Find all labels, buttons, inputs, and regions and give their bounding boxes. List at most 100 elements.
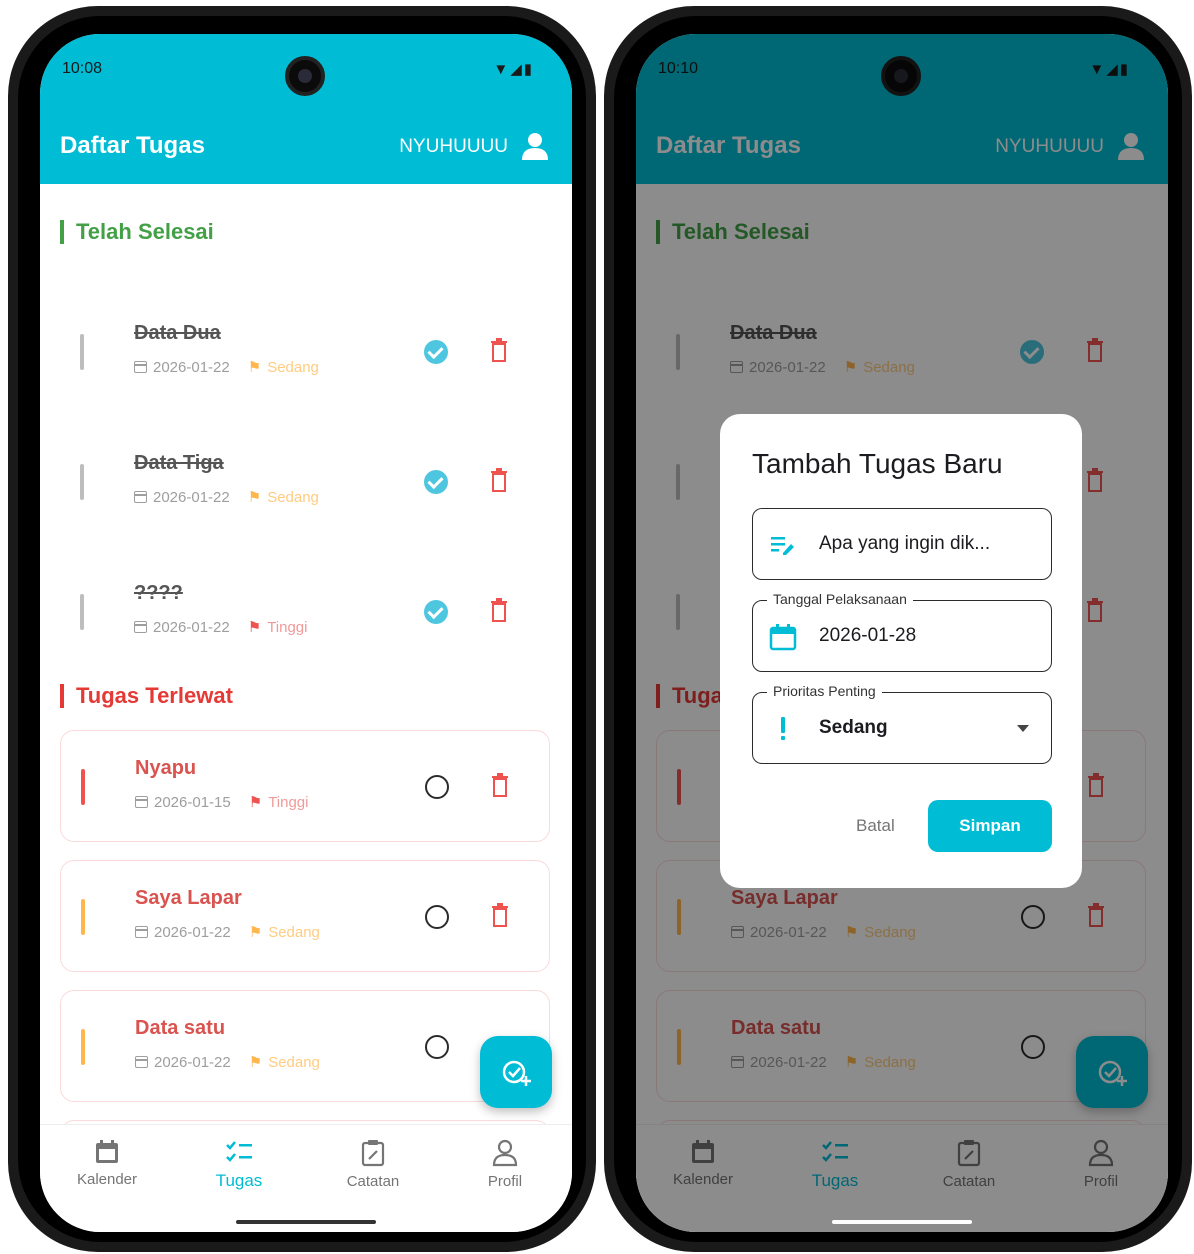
calendar-icon bbox=[134, 361, 147, 373]
section-done-heading: Telah Selesai bbox=[60, 220, 214, 244]
task-title: Nyapu bbox=[135, 757, 197, 779]
add-task-fab[interactable] bbox=[480, 1036, 552, 1108]
task-title: ???? bbox=[134, 582, 183, 604]
task-meta: 2026-01-22 ⚑ Tinggi bbox=[134, 618, 308, 636]
task-item[interactable]: Data satu 2026-01-22 ⚑ Sedang bbox=[60, 990, 550, 1102]
status-icons: ▼◢▮ bbox=[493, 61, 534, 78]
calendar-icon bbox=[96, 1140, 118, 1163]
nav-profil[interactable]: Profil bbox=[450, 1139, 560, 1190]
nav-tugas[interactable]: Tugas bbox=[184, 1139, 294, 1191]
task-meta: 2026-01-22 ⚑ Sedang bbox=[134, 358, 319, 376]
phone-frame-left: 10:08 ▼◢▮ Daftar Tugas NYUHUUUU Telah Se… bbox=[8, 6, 596, 1252]
trash-icon[interactable] bbox=[491, 773, 509, 797]
page-title: Daftar Tugas bbox=[60, 132, 205, 159]
priority-select[interactable]: Prioritas Penting Sedang bbox=[752, 683, 1052, 764]
priority-field-label: Prioritas Penting bbox=[767, 683, 882, 699]
priority-bar bbox=[81, 899, 85, 935]
nav-kalender[interactable]: Kalender bbox=[52, 1139, 162, 1188]
incomplete-circle-icon[interactable] bbox=[425, 775, 449, 799]
user-name[interactable]: NYUHUUUU bbox=[399, 136, 508, 158]
task-date: 2026-01-22 bbox=[153, 358, 230, 376]
task-date: 2026-01-22 bbox=[154, 1053, 231, 1071]
profile-icon bbox=[492, 1139, 518, 1167]
task-priority: Sedang bbox=[268, 923, 320, 941]
task-priority: Tinggi bbox=[267, 618, 308, 636]
task-item[interactable]: Nyapu 2026-01-15 ⚑ Tinggi bbox=[60, 730, 550, 842]
date-value: 2026-01-28 bbox=[819, 625, 917, 646]
dropdown-arrow-icon bbox=[1017, 725, 1029, 732]
calendar-icon bbox=[134, 491, 147, 503]
task-title: Saya Lapar bbox=[135, 887, 242, 909]
priority-bar bbox=[80, 594, 84, 630]
task-title: Data Dua bbox=[134, 322, 221, 344]
task-item[interactable]: Saya Lapar 2026-01-22 ⚑ Sedang bbox=[60, 860, 550, 972]
nav-label: Tugas bbox=[215, 1171, 263, 1190]
task-priority: Sedang bbox=[267, 358, 319, 376]
task-name-placeholder: Apa yang ingin dik... bbox=[819, 533, 991, 554]
flag-icon: ⚑ bbox=[248, 1054, 263, 1071]
calendar-icon bbox=[135, 926, 148, 938]
flag-icon: ⚑ bbox=[248, 794, 263, 811]
priority-bar bbox=[81, 769, 85, 805]
complete-check-icon[interactable] bbox=[424, 470, 448, 494]
nav-label: Kalender bbox=[76, 1171, 138, 1188]
flag-icon: ⚑ bbox=[247, 619, 262, 636]
task-title: Data satu bbox=[135, 1017, 226, 1039]
task-priority: Tinggi bbox=[268, 793, 309, 811]
priority-bar bbox=[81, 1029, 85, 1065]
priority-value: Sedang bbox=[819, 717, 888, 738]
incomplete-circle-icon[interactable] bbox=[425, 1035, 449, 1059]
flag-icon: ⚑ bbox=[248, 924, 263, 941]
task-name-input[interactable]: Apa yang ingin dik... bbox=[752, 508, 1052, 580]
status-time: 10:08 bbox=[62, 60, 103, 77]
calendar-icon bbox=[134, 621, 147, 633]
complete-check-icon[interactable] bbox=[424, 340, 448, 364]
bottom-nav: Kalender Tugas Catatan Profil bbox=[40, 1124, 572, 1232]
phone-frame-right: 10:10 ▼◢▮ Daftar Tugas NYUHUUUU Telah Se… bbox=[604, 6, 1192, 1252]
camera-cutout bbox=[285, 56, 325, 96]
task-date: 2026-01-22 bbox=[154, 923, 231, 941]
app-screen: 10:08 ▼◢▮ Daftar Tugas NYUHUUUU Telah Se… bbox=[40, 34, 572, 1232]
trash-icon[interactable] bbox=[490, 598, 508, 622]
task-meta: 2026-01-15 ⚑ Tinggi bbox=[135, 793, 309, 811]
task-item[interactable]: Data Dua 2026-01-22 ⚑ Sedang bbox=[60, 296, 550, 408]
trash-icon[interactable] bbox=[490, 468, 508, 492]
home-indicator[interactable] bbox=[832, 1220, 972, 1224]
complete-check-icon[interactable] bbox=[424, 600, 448, 624]
flag-icon: ⚑ bbox=[247, 359, 262, 376]
nav-catatan[interactable]: Catatan bbox=[318, 1139, 428, 1190]
person-icon[interactable] bbox=[522, 132, 548, 160]
task-date: 2026-01-22 bbox=[153, 488, 230, 506]
app-bar: Daftar Tugas NYUHUUUU bbox=[40, 114, 572, 184]
task-priority: Sedang bbox=[268, 1053, 320, 1071]
calendar-icon bbox=[135, 796, 148, 808]
checklist-icon bbox=[226, 1141, 252, 1162]
task-list: Telah Selesai Data Dua 2026-01-22 ⚑ Sedang… bbox=[40, 184, 572, 1150]
flag-icon: ⚑ bbox=[247, 489, 262, 506]
note-icon bbox=[361, 1140, 385, 1167]
exclamation-icon bbox=[781, 717, 785, 740]
edit-note-icon bbox=[771, 537, 794, 555]
add-task-icon bbox=[502, 1060, 531, 1086]
nav-label: Profil bbox=[487, 1173, 523, 1190]
add-task-dialog: Tambah Tugas Baru Apa yang ingin dik... … bbox=[720, 414, 1082, 888]
calendar-icon bbox=[135, 1056, 148, 1068]
home-indicator[interactable] bbox=[236, 1220, 376, 1224]
task-item[interactable]: Data Tiga 2026-01-22 ⚑ Sedang bbox=[60, 426, 550, 538]
app-screen: 10:10 ▼◢▮ Daftar Tugas NYUHUUUU Telah Se… bbox=[636, 34, 1168, 1232]
task-title: Data Tiga bbox=[134, 452, 224, 474]
trash-icon[interactable] bbox=[491, 903, 509, 927]
priority-bar bbox=[80, 464, 84, 500]
task-priority: Sedang bbox=[267, 488, 319, 506]
nav-label: Catatan bbox=[346, 1173, 400, 1190]
task-meta: 2026-01-22 ⚑ Sedang bbox=[134, 488, 319, 506]
date-field[interactable]: Tanggal Pelaksanaan 2026-01-28 bbox=[752, 591, 1052, 672]
task-item[interactable]: ???? 2026-01-22 ⚑ Tinggi bbox=[60, 556, 550, 668]
cancel-button[interactable]: Batal bbox=[856, 816, 895, 836]
incomplete-circle-icon[interactable] bbox=[425, 905, 449, 929]
calendar-icon bbox=[769, 624, 797, 651]
save-button[interactable]: Simpan bbox=[928, 800, 1052, 852]
task-meta: 2026-01-22 ⚑ Sedang bbox=[135, 923, 320, 941]
trash-icon[interactable] bbox=[490, 338, 508, 362]
dialog-title: Tambah Tugas Baru bbox=[752, 448, 1003, 479]
